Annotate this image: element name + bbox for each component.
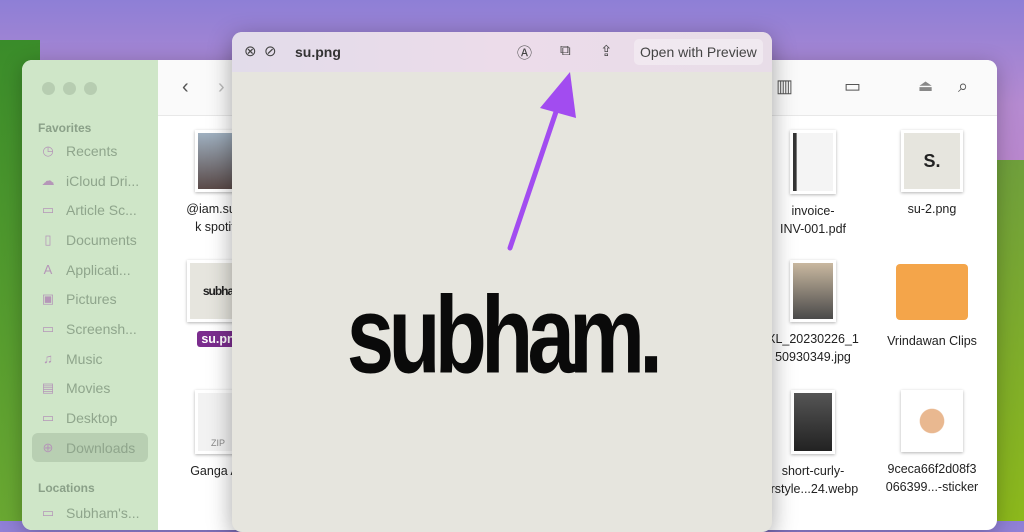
file-item[interactable]: S. su-2.png [872, 130, 992, 218]
sidebar-item-music[interactable]: ♫ Music [32, 344, 148, 373]
locations-heading: Locations [38, 481, 95, 495]
sidebar-item-downloads[interactable]: ⊕ Downloads [32, 433, 148, 462]
sidebar-item-applications[interactable]: A Applicati... [32, 255, 148, 284]
window-controls [42, 82, 97, 95]
close-icon[interactable]: ⊗ [244, 42, 257, 60]
minimize-button[interactable] [63, 82, 76, 95]
sidebar-item-article[interactable]: ▭ Article Sc... [32, 195, 148, 224]
cloud-icon: ☁ [41, 172, 55, 188]
sidebar-item-documents[interactable]: ▯ Documents [32, 225, 148, 254]
search-icon[interactable]: ⌕ [958, 76, 968, 97]
back-button[interactable]: ‹ [182, 76, 189, 99]
sidebar-item-desktop[interactable]: ▭ Desktop [32, 403, 148, 432]
column-view-icon[interactable]: ▥ [776, 76, 793, 97]
applications-icon: A [43, 262, 53, 277]
close-button[interactable] [42, 82, 55, 95]
quicklook-titlebar: ⊗ ⊘ su.png Ⓐ ⧉ ⇪ Open with Preview [232, 32, 772, 72]
sidebar-item-icloud[interactable]: ☁ iCloud Dri... [32, 166, 148, 195]
sidebar-item-movies[interactable]: ▤ Movies [32, 373, 148, 402]
desktop-icon: ▭ [41, 409, 55, 425]
music-icon: ♫ [43, 351, 53, 366]
open-with-preview-button[interactable]: Open with Preview [634, 39, 763, 65]
forward-button[interactable]: › [218, 76, 225, 99]
folder-item[interactable]: Vrindawan Clips [872, 260, 992, 350]
clock-icon: ◷ [42, 142, 54, 158]
quicklook-title: su.png [295, 44, 341, 60]
quicklook-window: ⊗ ⊘ su.png Ⓐ ⧉ ⇪ Open with Preview subha… [232, 32, 772, 532]
file-thumbnail: S. [901, 130, 963, 192]
eject-icon[interactable]: ⏏ [918, 76, 933, 96]
preview-image-text: subham. [346, 275, 663, 397]
laptop-icon: ▭ [41, 504, 55, 520]
photo-thumbnail [790, 260, 836, 322]
folder-icon: ▭ [41, 201, 55, 217]
film-icon: ▤ [41, 379, 55, 395]
zoom-button[interactable] [84, 82, 97, 95]
document-icon: ▯ [44, 231, 52, 247]
fullscreen-icon[interactable]: ⊘ [264, 42, 277, 60]
sticker-thumbnail [901, 390, 963, 452]
file-item[interactable]: 9ceca66f2d08f3 066399...-sticker [872, 390, 992, 496]
rotate-icon[interactable]: ⧉ [560, 42, 571, 59]
download-icon: ⊕ [42, 439, 54, 455]
sidebar-item-recents[interactable]: ◷ Recents [32, 136, 148, 165]
photo-icon: ▣ [41, 290, 55, 306]
finder-sidebar: Favorites ◷ Recents ☁ iCloud Dri... ▭ Artic… [22, 60, 158, 530]
sidebar-item-mac[interactable]: ▭ Subham's... [32, 498, 148, 527]
sidebar-item-pictures[interactable]: ▣ Pictures [32, 284, 148, 313]
favorites-heading: Favorites [38, 121, 92, 135]
folder-icon [896, 264, 968, 320]
share-icon[interactable]: ⇪ [600, 42, 613, 60]
folder-icon: ▭ [41, 320, 55, 336]
gallery-view-icon[interactable]: ▭ [844, 76, 861, 97]
sidebar-item-screenshots[interactable]: ▭ Screensh... [32, 314, 148, 343]
photo-thumbnail [791, 390, 835, 454]
pdf-thumbnail [790, 130, 836, 194]
markup-icon[interactable]: Ⓐ [517, 42, 532, 63]
